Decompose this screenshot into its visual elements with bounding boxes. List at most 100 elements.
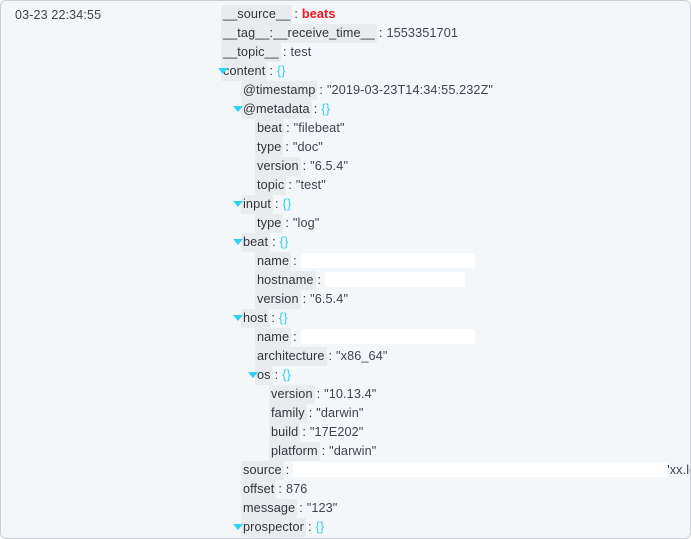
json-key: __tag__:__receive_time__ <box>221 24 377 43</box>
json-row-content: topic: "test" <box>216 176 326 195</box>
json-row: @metadata:{} <box>216 100 690 119</box>
json-key: prospector <box>241 518 306 537</box>
json-row-content: beat:{} <box>216 233 289 252</box>
json-row-content: offset:876 <box>216 480 307 499</box>
json-row-content: message: "123" <box>216 499 337 518</box>
json-key: version <box>255 290 301 309</box>
json-row-content: __source__: beats <box>216 5 336 24</box>
json-colon: : <box>274 368 279 382</box>
json-row: __topic__: test <box>216 43 690 62</box>
json-row: beat: "filebeat" <box>216 119 690 138</box>
json-key: hostname <box>255 271 316 290</box>
json-row: input:{} <box>216 195 690 214</box>
json-value: {} <box>282 368 292 382</box>
json-row: version: "6.5.4" <box>216 290 690 309</box>
json-colon: : <box>272 235 276 249</box>
caret-down-icon[interactable] <box>233 524 243 530</box>
json-row-content: name: <box>216 252 475 271</box>
json-key: family <box>269 404 307 423</box>
json-key: name <box>255 328 292 347</box>
json-colon: : <box>299 501 303 515</box>
json-value: beats <box>301 7 336 21</box>
json-value: "2019-03-23T14:34:55.232Z" <box>326 83 494 97</box>
json-colon: : <box>288 178 292 192</box>
json-row: hostname: <box>216 271 690 290</box>
json-row-content: source: 'xx.log' <box>216 461 690 480</box>
json-value: "123" <box>306 501 338 515</box>
json-key: topic <box>255 176 287 195</box>
json-key: version <box>269 385 315 404</box>
json-key: source <box>241 461 284 480</box>
json-colon: : <box>271 311 275 325</box>
json-colon: : <box>286 121 290 135</box>
json-row-content: type: "doc" <box>216 138 323 157</box>
json-colon: : <box>293 330 297 344</box>
json-row: content:{} <box>216 62 690 81</box>
json-key: name <box>255 252 292 271</box>
json-colon: : <box>308 406 313 420</box>
json-value: {} <box>279 235 289 249</box>
redacted-value <box>300 329 475 344</box>
json-row: build: "17E202" <box>216 423 690 442</box>
json-colon: : <box>293 254 297 268</box>
json-key: @metadata <box>241 100 312 119</box>
caret-down-icon[interactable] <box>233 239 243 245</box>
json-colon: : <box>302 292 307 306</box>
json-key: beat <box>255 119 285 138</box>
json-colon: : <box>269 64 273 78</box>
json-value: {} <box>278 311 288 325</box>
json-value: 1553351701 <box>386 26 459 40</box>
json-colon: : <box>321 444 326 458</box>
json-row: platform: "darwin" <box>216 442 690 461</box>
json-key: __source__ <box>221 5 293 24</box>
json-colon: : <box>316 387 321 401</box>
json-value: "6.5.4" <box>310 159 349 173</box>
json-row-content: @timestamp: "2019-03-23T14:34:55.232Z" <box>216 81 493 100</box>
json-colon: : <box>278 482 282 496</box>
json-row: __source__: beats <box>216 5 690 24</box>
json-key: type <box>255 138 284 157</box>
json-row: name: <box>216 328 690 347</box>
json-colon: : <box>317 273 322 287</box>
json-row: host:{} <box>216 309 690 328</box>
json-row: version: "6.5.4" <box>216 157 690 176</box>
json-colon: : <box>302 425 306 439</box>
json-row-content: beat: "filebeat" <box>216 119 345 138</box>
json-value: "doc" <box>292 140 323 154</box>
json-key: build <box>269 423 301 442</box>
json-row-content: version: "6.5.4" <box>216 157 348 176</box>
json-row: prospector:{} <box>216 518 690 537</box>
json-key: offset <box>241 480 277 499</box>
json-key: architecture <box>255 347 327 366</box>
json-value: "x86_64" <box>336 349 388 363</box>
json-row: offset:876 <box>216 480 690 499</box>
json-row: os:{} <box>216 366 690 385</box>
json-key: type <box>255 214 284 233</box>
json-colon: : <box>328 349 333 363</box>
caret-down-icon[interactable] <box>233 106 243 112</box>
json-value: {} <box>282 197 292 211</box>
json-row: @timestamp: "2019-03-23T14:34:55.232Z" <box>216 81 690 100</box>
timestamp-column: 03-23 22:34:55 <box>1 1 216 538</box>
caret-down-icon[interactable] <box>218 68 228 74</box>
json-row: family: "darwin" <box>216 404 690 423</box>
json-key: message <box>241 499 298 518</box>
json-row-content: build: "17E202" <box>216 423 363 442</box>
json-colon: : <box>285 463 290 477</box>
json-row-content: host:{} <box>216 309 288 328</box>
json-value: {} <box>321 102 331 116</box>
json-colon: : <box>285 140 289 154</box>
json-key: host <box>241 309 270 328</box>
json-key: platform <box>269 442 320 461</box>
caret-down-icon[interactable] <box>233 201 243 207</box>
json-row: source: 'xx.log' <box>216 461 690 480</box>
json-row: beat:{} <box>216 233 690 252</box>
json-colon: : <box>294 7 298 21</box>
caret-down-icon[interactable] <box>248 372 258 378</box>
json-colon: : <box>313 102 318 116</box>
json-row-content: input:{} <box>216 195 292 214</box>
json-key: version <box>255 157 301 176</box>
caret-down-icon[interactable] <box>233 315 243 321</box>
json-row: type: "doc" <box>216 138 690 157</box>
json-value: "filebeat" <box>293 121 345 135</box>
